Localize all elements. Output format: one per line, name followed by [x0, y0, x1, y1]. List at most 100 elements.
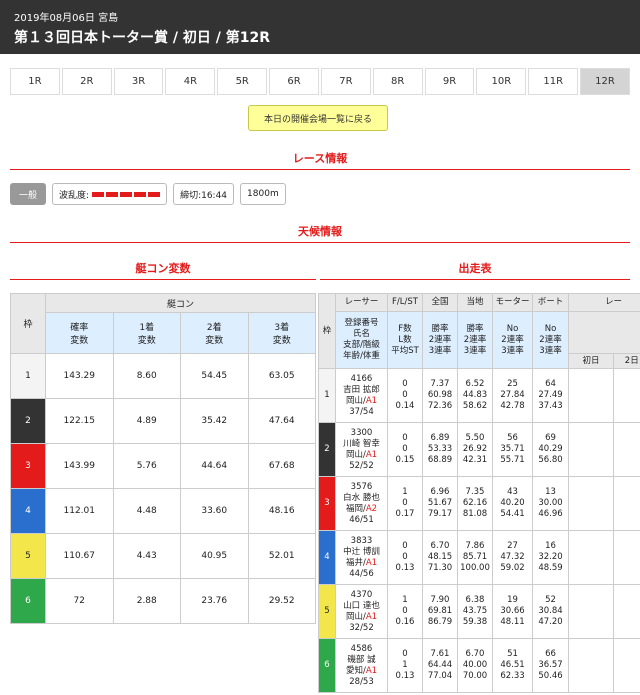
table-cell: 112.01 [45, 488, 114, 534]
frame-header: 枠 [10, 293, 46, 354]
race-info-chips: 一般 波乱度: 締切:16:44 1800m [10, 183, 286, 205]
table-cell: 72 [45, 578, 114, 624]
stat-cell-boat: 13 30.00 46.96 [532, 476, 569, 531]
table-cell: 47.64 [247, 398, 316, 444]
column-header: F数 L数 平均ST [387, 311, 423, 369]
table-cell: 23.76 [180, 578, 249, 624]
entries-table: 枠レーサー F/L/ST 全国 当地 モーター ボート レー 登録番号 氏名 支部/階級 年齢/体重… [318, 293, 640, 693]
tab-race-7r[interactable]: 7R [320, 68, 371, 95]
grade-badge: 一般 [10, 183, 47, 205]
tab-race-12r[interactable]: 12R [580, 68, 630, 95]
racer-cell: 4370 山口 達也 岡山/A1 32/52 [335, 584, 388, 639]
racer-branch: 岡山/ [345, 449, 366, 460]
result-day1 [568, 368, 614, 423]
racer-name[interactable]: 山口 達也 [343, 601, 380, 611]
tab-race-2r[interactable]: 2R [61, 68, 112, 95]
racer-name[interactable]: 吉田 拡郎 [343, 385, 380, 395]
column-header: 1着 変数 [112, 312, 181, 354]
back-to-venue-list-button[interactable]: 本日の開催会場一覧に戻る [248, 105, 388, 131]
table-cell: 8.60 [112, 353, 181, 399]
result-day1 [568, 584, 614, 639]
table-cell: 4.43 [112, 533, 181, 579]
frame-number: 1 [10, 353, 46, 399]
column-group-header: F/L/ST [387, 293, 423, 312]
stat-cell-boat: 69 40.29 56.80 [532, 422, 569, 477]
stat-cell-loc: 6.70 40.00 70.00 [457, 638, 493, 693]
deadline-chip: 締切:16:44 [173, 183, 235, 205]
section-race-info: レース情報 [292, 152, 348, 165]
stat-cell-mot: 27 47.32 59.02 [492, 530, 533, 585]
racer-cell: 3576 白水 勝也 福岡/A2 46/51 [335, 476, 388, 531]
racer-reg-no: 4370 [350, 589, 373, 600]
tab-race-1r[interactable]: 1R [10, 68, 60, 95]
column-header: No 2連率 3連率 [492, 311, 533, 369]
racer-age-weight: 32/52 [349, 622, 374, 633]
table-row: 6 4586 磯部 誠愛知/A1 28/53 0 1 0.13 7.61 64.44 77.04 6… [318, 638, 640, 693]
racer-name[interactable]: 白水 勝也 [343, 493, 380, 503]
racer-cell: 4586 磯部 誠愛知/A1 28/53 [335, 638, 388, 693]
table-cell: 4.48 [112, 488, 181, 534]
racer-name[interactable]: 川崎 智幸 [343, 439, 380, 449]
frame-header: 枠 [318, 293, 336, 369]
table-cell: 52.01 [247, 533, 316, 579]
table-row: 2 122.15 4.89 35.42 47.64 [10, 398, 316, 444]
distance-chip: 1800m [240, 183, 286, 205]
page-header: 2019年08月06日 宮島 第１３回日本トーター賞 / 初日 / 第12R [0, 0, 640, 54]
stat-cell-mot: 43 40.20 54.41 [492, 476, 533, 531]
tab-race-5r[interactable]: 5R [217, 68, 268, 95]
wave-label: 波乱度: [59, 190, 90, 201]
column-group-header: レーサー [335, 293, 388, 312]
frame-number: 3 [318, 476, 336, 531]
day-header: 初日 [568, 353, 614, 369]
racer-class: A1 [365, 557, 378, 568]
column-group-header: ボート [532, 293, 569, 312]
tab-race-6r[interactable]: 6R [269, 68, 319, 95]
boat-con-group-header: 艇コン [45, 293, 316, 313]
tab-race-4r[interactable]: 4R [165, 68, 216, 95]
table-cell: 5.76 [112, 443, 181, 489]
boat-con-header-row: 枠艇コン [10, 293, 316, 354]
stat-cell-mot: 25 27.84 42.78 [492, 368, 533, 423]
frame-number: 5 [10, 533, 46, 579]
stat-cell-boat: 52 30.84 47.20 [532, 584, 569, 639]
stat-cell-loc: 6.52 44.83 58.62 [457, 368, 493, 423]
table-cell: 54.45 [180, 353, 249, 399]
entries-header-row: 枠レーサー F/L/ST 全国 当地 モーター ボート レー [318, 293, 640, 369]
racer-age-weight: 52/52 [349, 460, 374, 471]
stat-cell-loc: 7.86 85.71 100.00 [457, 530, 493, 585]
column-header: 3着 変数 [247, 312, 316, 354]
stat-cell-boat: 16 32.20 48.59 [532, 530, 569, 585]
tab-race-11r[interactable]: 11R [528, 68, 579, 95]
tab-race-8r[interactable]: 8R [372, 68, 423, 95]
table-cell: 63.05 [247, 353, 316, 399]
racer-class: A2 [365, 503, 378, 514]
table-row: 4 112.01 4.48 33.60 48.16 [10, 488, 316, 534]
result-day1 [568, 530, 614, 585]
entries-column-row: 登録番号 氏名 支部/階級 年齢/体重 F数 L数 平均ST 勝率 2連率 3連率 勝率 2連率 3連率… [319, 311, 640, 369]
section-boat-con: 艇コン変数 [135, 262, 191, 275]
tab-race-3r[interactable]: 3R [113, 68, 164, 95]
table-cell: 2.88 [112, 578, 181, 624]
column-header: No 2連率 3連率 [532, 311, 569, 369]
result-day2 [612, 584, 640, 639]
racer-name[interactable]: 中辻 博訓 [343, 547, 380, 557]
stat-cell-nat: 6.96 51.67 79.17 [422, 476, 458, 531]
stat-cell-fl: 0 0 0.13 [387, 530, 423, 585]
racer-reg-no: 3833 [350, 535, 373, 546]
table-row: 1 4166 吉田 拡郎 岡山/A1 37/54 0 0 0.14 7.37 60.98 72.36… [318, 368, 640, 423]
stat-cell-mot: 56 35.71 55.71 [492, 422, 533, 477]
stat-cell-loc: 6.38 43.75 59.38 [457, 584, 493, 639]
racer-name[interactable]: 磯部 誠 [347, 655, 375, 665]
stat-cell-fl: 1 0 0.17 [387, 476, 423, 531]
table-cell: 122.15 [45, 398, 114, 444]
tab-race-9r[interactable]: 9R [424, 68, 475, 95]
table-cell: 4.89 [112, 398, 181, 444]
stat-cell-nat: 6.70 48.15 71.30 [422, 530, 458, 585]
column-group-header: 当地 [457, 293, 493, 312]
stat-cell-boat: 66 36.57 50.46 [532, 638, 569, 693]
table-row: 5 110.67 4.43 40.95 52.01 [10, 533, 316, 579]
entries-table-scroll[interactable]: 枠レーサー F/L/ST 全国 当地 モーター ボート レー 登録番号 氏名 支部/階級 年齢/体重… [318, 293, 640, 695]
tab-race-10r[interactable]: 10R [476, 68, 527, 95]
frame-number: 3 [10, 443, 46, 489]
table-cell: 40.95 [180, 533, 249, 579]
